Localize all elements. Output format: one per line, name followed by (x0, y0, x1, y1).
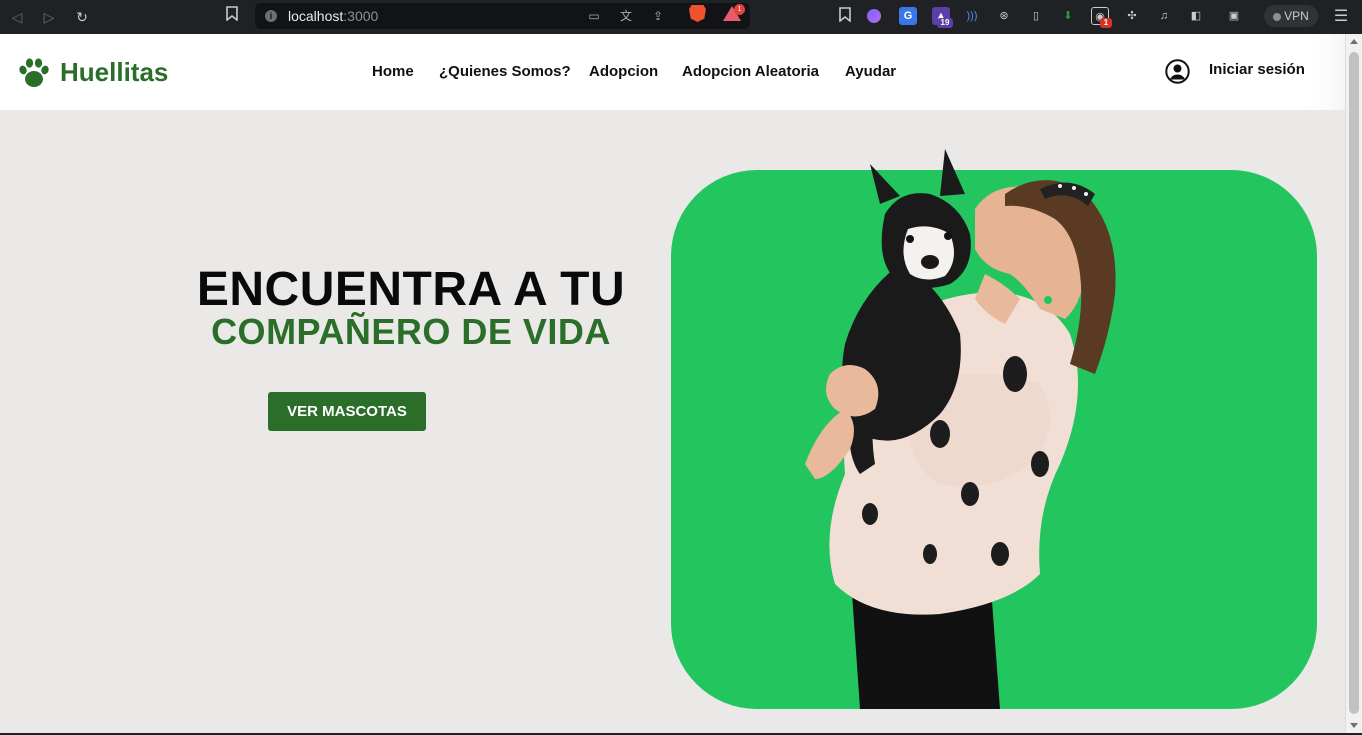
extension-circle-icon[interactable]: ⊛ (995, 7, 1013, 25)
bookmark-icon[interactable] (222, 5, 242, 27)
site-info-icon[interactable]: i (265, 10, 277, 22)
vpn-status-icon (1273, 13, 1282, 21)
scroll-up-icon[interactable] (1350, 39, 1358, 44)
scrollbar-thumb[interactable] (1349, 52, 1359, 714)
site-header: Huellitas Home ¿Quienes Somos? Adopcion … (0, 34, 1345, 110)
download-extension-icon[interactable]: ⬇ (1059, 7, 1077, 25)
share-icon[interactable]: ⇪ (649, 7, 667, 25)
music-icon[interactable]: ♫ (1155, 7, 1173, 25)
extension-badge: 19 (937, 18, 953, 28)
bookmarks-icon[interactable] (836, 7, 854, 25)
sidebar-icon[interactable]: ◧ (1187, 7, 1205, 25)
nav-ayudar[interactable]: Ayudar (845, 62, 896, 82)
rewards-badge: 1 (734, 4, 745, 15)
scroll-down-icon[interactable] (1350, 723, 1358, 728)
extension-purple-icon[interactable] (867, 9, 881, 23)
nav-quienes-somos[interactable]: ¿Quienes Somos? (439, 62, 571, 82)
page-scrollbar[interactable] (1345, 34, 1362, 733)
menu-icon[interactable]: ☰ (1332, 6, 1350, 28)
back-icon[interactable]: ◁ (6, 6, 28, 28)
hero-subtitle: COMPAÑERO DE VIDA (211, 311, 611, 352)
reload-icon[interactable]: ↻ (71, 6, 93, 28)
nav-adopcion[interactable]: Adopcion (589, 62, 658, 82)
ver-mascotas-button[interactable]: VER MASCOTAS (268, 392, 426, 431)
woman-kissing-dog-image (805, 149, 1116, 709)
user-account-icon[interactable] (1165, 59, 1190, 84)
brand-name: Huellitas (60, 57, 169, 87)
browser-toolbar: ◁ ▷ ↻ i localhost:3000 ▭ 文 ⇪ 1 G ▲ 19 ))… (0, 0, 1362, 34)
wallet-icon[interactable]: ▣ (1225, 7, 1243, 25)
translate-extension-icon[interactable]: G (899, 7, 917, 25)
paw-icon (19, 58, 49, 87)
extensions-puzzle-icon[interactable]: ✣ (1123, 7, 1141, 25)
translate-icon[interactable]: 文 (617, 7, 635, 25)
vpn-button[interactable]: VPN (1264, 5, 1318, 27)
signal-extension-icon[interactable]: ))) (963, 7, 981, 25)
cast-icon[interactable]: ▭ (585, 7, 603, 25)
url-text[interactable]: localhost:3000 (288, 8, 378, 24)
nav-adopcion-aleatoria[interactable]: Adopcion Aleatoria (682, 62, 819, 82)
login-link[interactable]: Iniciar sesión (1209, 60, 1305, 80)
forward-icon[interactable]: ▷ (38, 6, 60, 28)
extension-count-badge: 1 (1100, 18, 1112, 28)
page-viewport: Huellitas Home ¿Quienes Somos? Adopcion … (0, 34, 1345, 733)
nav-home[interactable]: Home (372, 62, 414, 82)
address-bar[interactable]: i localhost:3000 ▭ 文 ⇪ (255, 3, 750, 29)
phone-extension-icon[interactable]: ▯ (1027, 7, 1045, 25)
